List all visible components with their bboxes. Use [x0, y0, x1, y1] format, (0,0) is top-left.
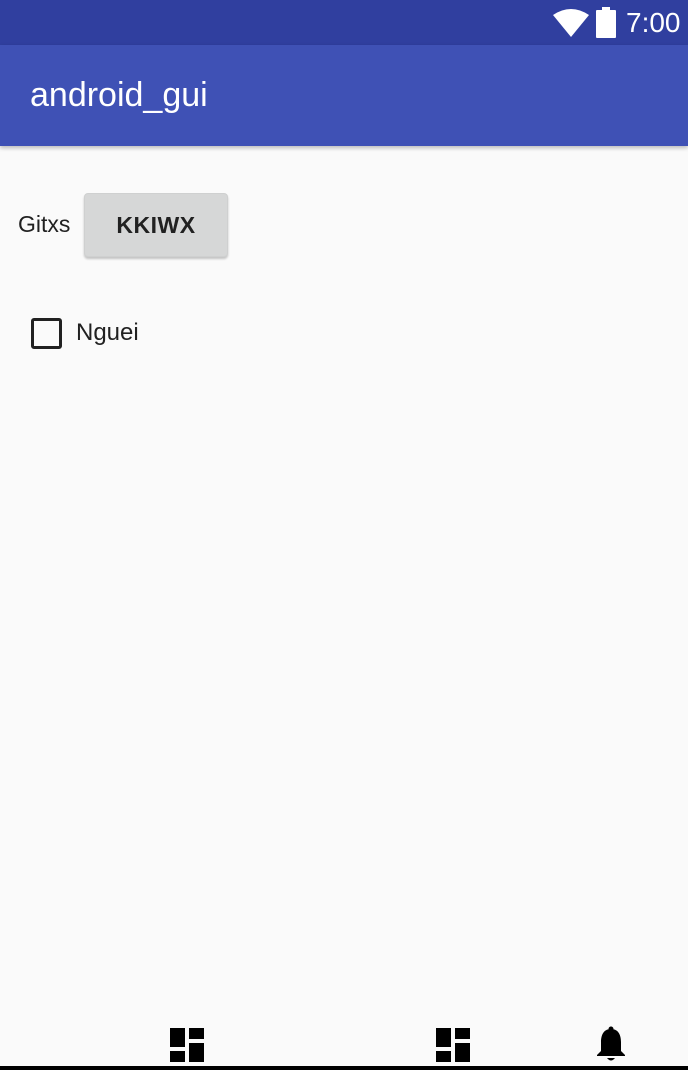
- app-title: android_gui: [30, 76, 208, 114]
- battery-icon: [596, 7, 616, 38]
- gitxs-label: Gitxs: [18, 211, 71, 237]
- nav-baseline: [0, 1066, 688, 1070]
- dashboard-icon[interactable]: [436, 1028, 470, 1062]
- status-time: 7:00: [626, 7, 681, 38]
- status-bar: 7:00: [0, 0, 688, 45]
- dashboard-icon[interactable]: [170, 1028, 204, 1062]
- app-bar: android_gui: [0, 45, 688, 146]
- notification-bell-icon[interactable]: [595, 1026, 627, 1062]
- checkbox-box[interactable]: [31, 318, 62, 349]
- wifi-icon: [553, 9, 589, 37]
- navigation-bar: [0, 1022, 688, 1070]
- kkiwx-button[interactable]: KKIWX: [84, 193, 228, 257]
- checkbox-label[interactable]: Nguei: [76, 316, 139, 350]
- main-content: Gitxs KKIWX Nguei: [0, 146, 688, 1036]
